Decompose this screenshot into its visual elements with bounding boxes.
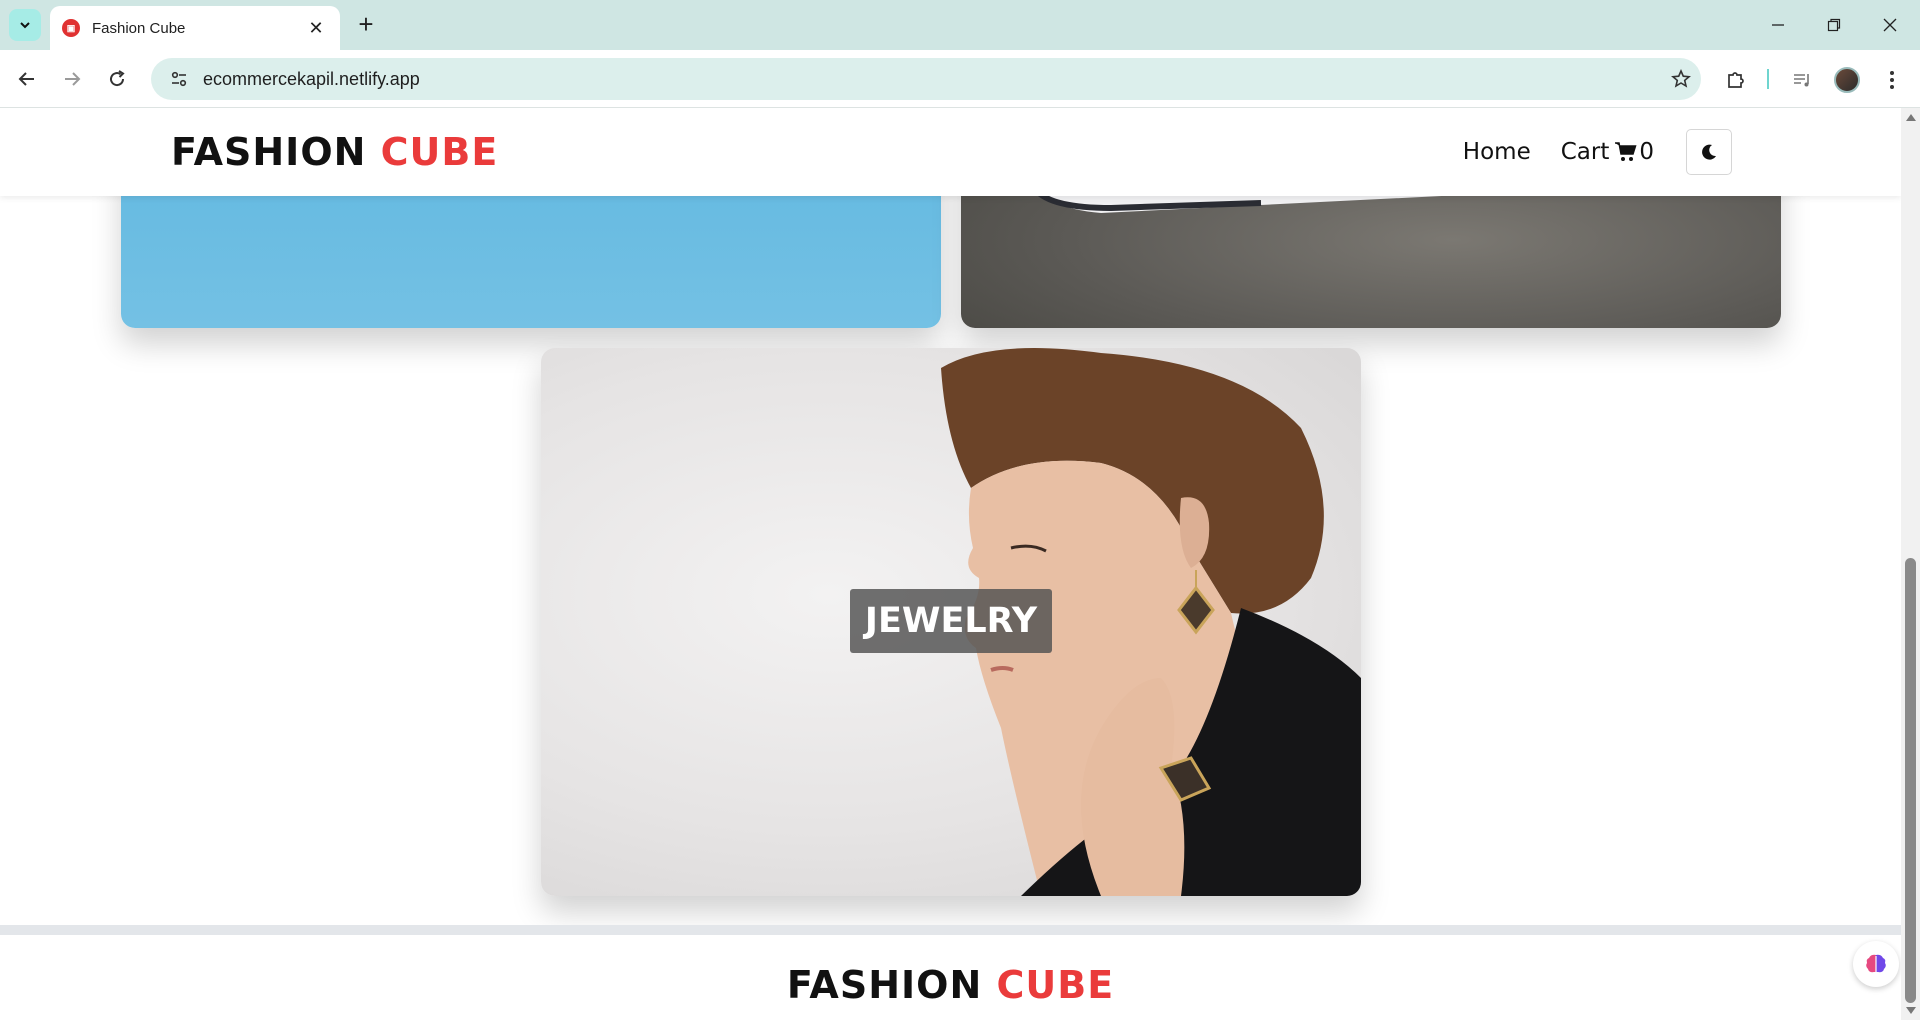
cart-count: 0 [1639,139,1654,165]
brain-icon [1866,954,1886,973]
profile-avatar[interactable] [1831,64,1863,96]
forward-button[interactable] [57,64,87,94]
site-logo[interactable]: FASHION CUBE [171,130,498,174]
tab-search-button[interactable] [9,9,41,41]
category-label-jewelry[interactable]: JEWELRY [850,589,1052,653]
close-icon [1883,18,1897,32]
page-viewport: JEWELRY FASHION CUBE Home Cart 0 FASHION… [0,108,1901,1020]
moon-icon [1702,144,1716,160]
footer-logo-accent: CUBE [996,963,1115,1007]
new-tab-button[interactable]: + [352,11,380,39]
footer-divider [0,925,1901,935]
browser-toolbar: ecommercekapil.netlify.app [0,50,1920,108]
scroll-down-arrow-icon[interactable] [1906,1007,1916,1014]
toolbar-divider [1767,69,1769,89]
avatar-icon [1834,67,1860,93]
arrow-left-icon [18,72,34,86]
minimize-button[interactable] [1750,0,1806,50]
restore-button[interactable] [1806,0,1862,50]
page-scrollbar[interactable] [1901,108,1920,1020]
media-control-icon[interactable] [1786,64,1818,96]
main-nav: Home Cart 0 [1463,108,1732,196]
category-card-jewelry[interactable]: JEWELRY [541,348,1361,896]
tab-title: Fashion Cube [92,19,186,37]
footer-logo-main: FASHION [786,963,983,1007]
back-button[interactable] [12,64,42,94]
url-text: ecommercekapil.netlify.app [203,68,420,89]
browser-tab[interactable]: ▣ Fashion Cube ✕ [50,6,340,50]
bookmark-star-icon[interactable] [1661,69,1701,89]
site-header: FASHION CUBE Home Cart 0 [0,108,1901,196]
floating-assistant-button[interactable] [1853,941,1899,987]
cart-icon [1615,142,1637,161]
close-window-button[interactable] [1862,0,1918,50]
scrollbar-thumb[interactable] [1905,558,1916,1003]
arrow-right-icon [65,72,81,86]
reload-button[interactable] [102,64,132,94]
favicon-icon: ▣ [62,19,80,37]
chevron-down-icon [20,22,30,29]
site-settings-icon[interactable] [159,70,199,88]
address-bar[interactable]: ecommercekapil.netlify.app [151,58,1701,100]
kebab-menu-icon [1890,71,1894,89]
minimize-icon [1772,24,1784,26]
browser-menu-button[interactable] [1876,64,1908,96]
nav-home-link[interactable]: Home [1463,139,1531,165]
footer-logo[interactable]: FASHION CUBE [0,963,1901,1007]
reload-icon [110,70,125,87]
logo-accent-text: CUBE [380,130,499,174]
tab-close-icon[interactable]: ✕ [306,18,326,39]
browser-tabbar: ▣ Fashion Cube ✕ + [0,0,1920,50]
scroll-up-arrow-icon[interactable] [1906,114,1916,121]
theme-toggle-button[interactable] [1686,129,1732,175]
extensions-icon[interactable] [1720,64,1752,96]
logo-main-text: FASHION [171,130,367,174]
restore-icon [1827,18,1841,32]
nav-cart-link[interactable]: Cart 0 [1561,139,1654,165]
category-label-text: JEWELRY [864,601,1038,641]
cart-label: Cart [1560,139,1610,165]
site-footer: FASHION CUBE [0,935,1901,1020]
